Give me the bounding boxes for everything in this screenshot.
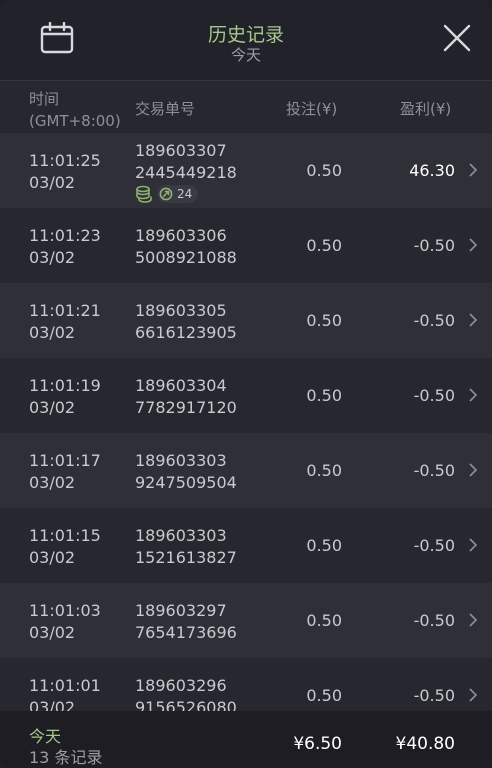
row-time-value: 11:01:19 bbox=[29, 376, 101, 395]
column-time: 时间 (GMT+8:00) bbox=[29, 88, 121, 132]
row-time-value: 11:01:23 bbox=[29, 226, 101, 245]
row-profit: -0.50 bbox=[413, 686, 455, 705]
row-time: 11:01:17 03/02 bbox=[29, 450, 101, 494]
row-bet: 0.50 bbox=[306, 236, 342, 255]
row-order-part1: 189603307 bbox=[135, 141, 227, 160]
row-time: 11:01:01 03/02 bbox=[29, 675, 101, 711]
row-time-value: 11:01:15 bbox=[29, 526, 101, 545]
free-spin-badge: 24 bbox=[157, 185, 199, 203]
close-icon[interactable] bbox=[443, 24, 471, 52]
page-subtitle: 今天 bbox=[230, 46, 261, 64]
row-bet: 0.50 bbox=[306, 161, 342, 180]
row-date-value: 03/02 bbox=[29, 323, 76, 342]
coins-icon bbox=[136, 185, 152, 203]
row-date-value: 03/02 bbox=[29, 248, 76, 267]
row-date-value: 03/02 bbox=[29, 473, 76, 492]
column-headers: 时间 (GMT+8:00) 交易单号 投注(¥) 盈利(¥) bbox=[0, 82, 492, 132]
chevron-right-icon[interactable] bbox=[468, 388, 478, 402]
table-row[interactable]: 11:01:23 03/02 189603306 5008921088 0.50… bbox=[0, 208, 492, 283]
summary-footer: 今天 13 条记录 ¥6.50 ¥40.80 bbox=[0, 711, 492, 768]
chevron-right-icon[interactable] bbox=[468, 538, 478, 552]
badge-count: 24 bbox=[177, 187, 193, 201]
row-time-value: 11:01:01 bbox=[29, 676, 101, 695]
footer-record-count: 13 条记录 bbox=[29, 748, 103, 767]
chevron-right-icon[interactable] bbox=[468, 613, 478, 627]
row-profit: -0.50 bbox=[413, 611, 455, 630]
row-time: 11:01:25 03/02 bbox=[29, 150, 101, 194]
row-bet: 0.50 bbox=[306, 461, 342, 480]
spin-icon bbox=[159, 187, 173, 201]
row-profit: -0.50 bbox=[413, 461, 455, 480]
row-profit: 46.30 bbox=[409, 161, 455, 180]
row-bet: 0.50 bbox=[306, 311, 342, 330]
header: 历史记录 今天 bbox=[0, 0, 492, 81]
row-time-value: 11:01:17 bbox=[29, 451, 101, 470]
row-time: 11:01:15 03/02 bbox=[29, 525, 101, 569]
chevron-right-icon[interactable] bbox=[468, 463, 478, 477]
row-date-value: 03/02 bbox=[29, 698, 76, 711]
row-time: 11:01:23 03/02 bbox=[29, 225, 101, 269]
chevron-right-icon[interactable] bbox=[468, 238, 478, 252]
column-timezone-label: (GMT+8:00) bbox=[29, 112, 121, 130]
table-row[interactable]: 11:01:17 03/02 189603303 9247509504 0.50… bbox=[0, 433, 492, 508]
row-time: 11:01:03 03/02 bbox=[29, 600, 101, 644]
row-bet: 0.50 bbox=[306, 686, 342, 705]
table-row[interactable]: 11:01:15 03/02 189603303 1521613827 0.50… bbox=[0, 508, 492, 583]
row-date-value: 03/02 bbox=[29, 548, 76, 567]
row-bet: 0.50 bbox=[306, 611, 342, 630]
column-bet: 投注(¥) bbox=[286, 100, 338, 118]
row-time: 11:01:21 03/02 bbox=[29, 300, 101, 344]
chevron-right-icon[interactable] bbox=[468, 163, 478, 177]
row-time-value: 11:01:25 bbox=[29, 151, 101, 170]
row-bet: 0.50 bbox=[306, 536, 342, 555]
row-bet: 0.50 bbox=[306, 386, 342, 405]
row-date-value: 03/02 bbox=[29, 173, 76, 192]
footer-total-profit: ¥40.80 bbox=[395, 734, 455, 754]
row-profit: -0.50 bbox=[413, 311, 455, 330]
footer-total-bet: ¥6.50 bbox=[293, 734, 342, 754]
record-list[interactable]: 11:01:25 03/02 189603307 2445449218 24 0… bbox=[0, 133, 492, 711]
table-row[interactable]: 11:01:21 03/02 189603305 6616123905 0.50… bbox=[0, 283, 492, 358]
chevron-right-icon[interactable] bbox=[468, 313, 478, 327]
page-title: 历史记录 bbox=[207, 24, 284, 46]
table-row[interactable]: 11:01:25 03/02 189603307 2445449218 24 0… bbox=[0, 133, 492, 208]
chevron-right-icon[interactable] bbox=[468, 688, 478, 702]
row-profit: -0.50 bbox=[413, 386, 455, 405]
column-profit: 盈利(¥) bbox=[400, 100, 452, 118]
table-row[interactable]: 11:01:03 03/02 189603297 7654173696 0.50… bbox=[0, 583, 492, 658]
history-panel: 历史记录 今天 时间 (GMT+8:00) 交易单号 投注(¥) 盈利(¥) 1… bbox=[0, 0, 492, 768]
row-profit: -0.50 bbox=[413, 236, 455, 255]
row-profit: -0.50 bbox=[413, 536, 455, 555]
row-time-value: 11:01:21 bbox=[29, 301, 101, 320]
table-row[interactable]: 11:01:01 03/02 189603296 9156526080 0.50… bbox=[0, 658, 492, 711]
table-row[interactable]: 11:01:19 03/02 189603304 7782917120 0.50… bbox=[0, 358, 492, 433]
column-order: 交易单号 bbox=[135, 100, 196, 118]
row-date-value: 03/02 bbox=[29, 623, 76, 642]
column-time-label: 时间 bbox=[29, 90, 60, 108]
row-time-value: 11:01:03 bbox=[29, 601, 101, 620]
row-date-value: 03/02 bbox=[29, 398, 76, 417]
row-time: 11:01:19 03/02 bbox=[29, 375, 101, 419]
